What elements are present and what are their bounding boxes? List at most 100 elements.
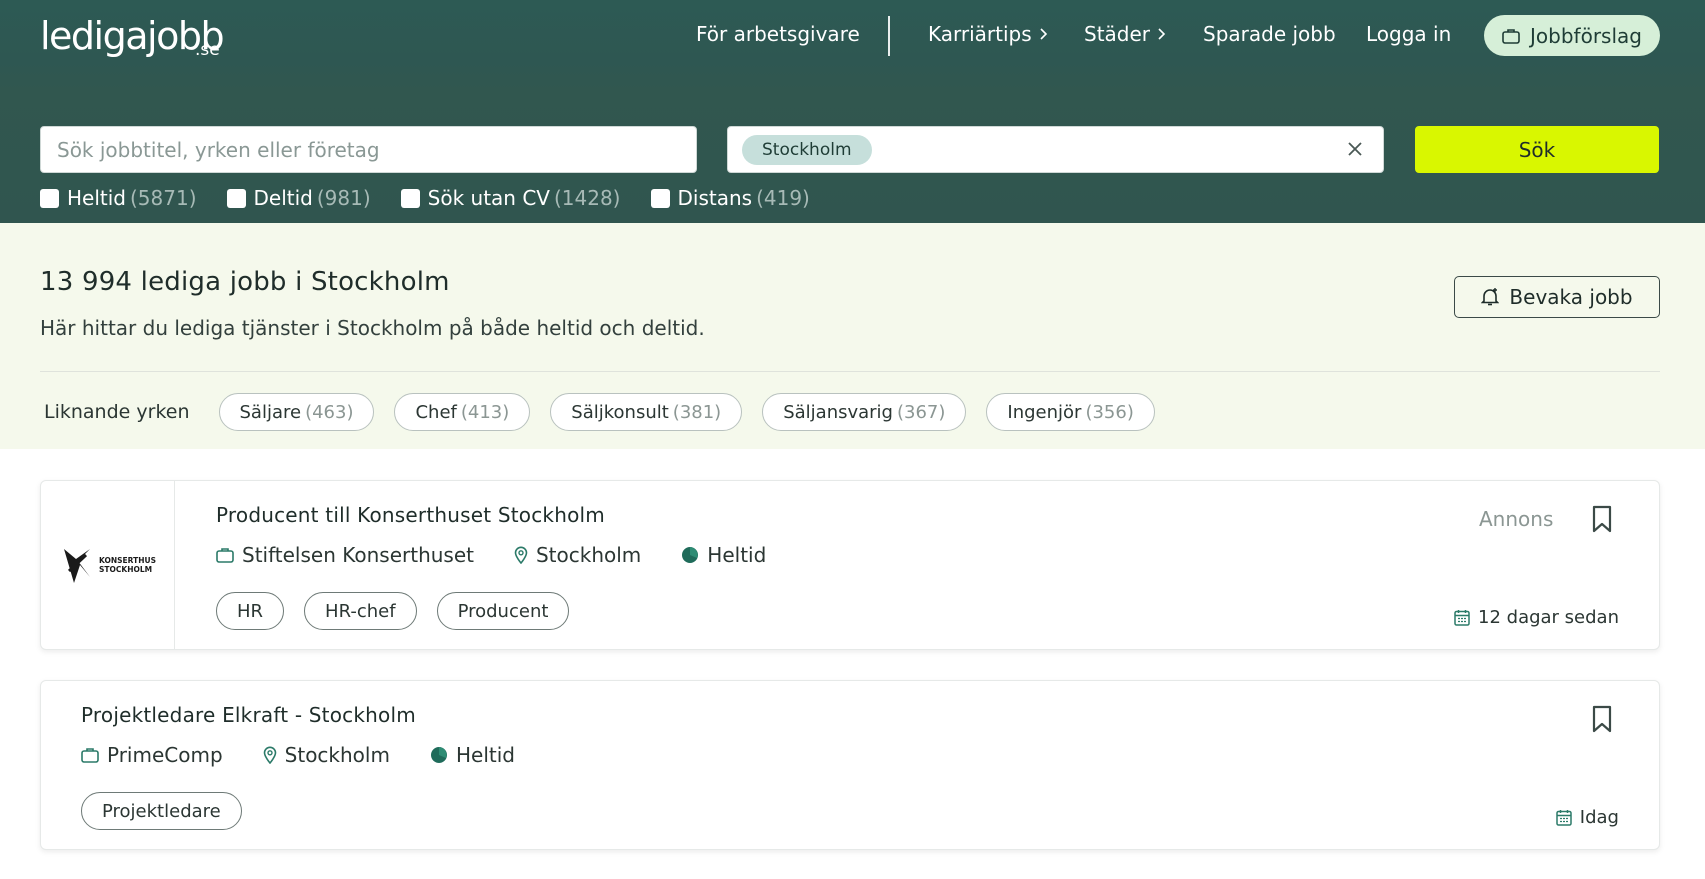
chip-label: Säljansvarig [783, 401, 893, 423]
similar-occupations: Liknande yrken Säljare (463) Chef (413) Sä… [44, 393, 1175, 431]
bookmark-icon[interactable] [1590, 505, 1614, 533]
nav-saved-jobs[interactable]: Sparade jobb [1203, 22, 1336, 46]
job-tags: Projektledare [81, 792, 262, 830]
search-button[interactable]: Sök [1415, 126, 1659, 173]
location-name: Stockholm [535, 543, 642, 567]
briefcase-icon [216, 548, 234, 563]
chip-count: (463) [305, 401, 354, 423]
nav-career-tips-label: Karriärtips [928, 22, 1032, 46]
job-meta: PrimeComp Stockholm Heltid [81, 743, 555, 767]
map-pin-icon [263, 746, 276, 764]
filter-label: Sök utan CV [427, 186, 550, 210]
clock-pie-icon [430, 747, 447, 763]
similar-chip-saljare[interactable]: Säljare (463) [218, 393, 375, 431]
company-name: Stiftelsen Konserthuset [242, 543, 474, 567]
results-intro: 13 994 lediga jobb i Stockholm Här hitta… [0, 223, 1705, 449]
page-description: Här hittar du lediga tjänster i Stockhol… [40, 316, 705, 340]
similar-chip-saljkonsult[interactable]: Säljkonsult (381) [550, 393, 743, 431]
location-input[interactable]: Stockholm [727, 126, 1384, 173]
chip-count: (356) [1085, 401, 1134, 423]
filter-count: (1428) [553, 186, 621, 210]
briefcase-icon [81, 748, 99, 763]
chip-count: (413) [460, 401, 510, 423]
job-date: 12 dagar sedan [1454, 607, 1619, 628]
chip-label: Chef [415, 401, 457, 423]
filter-utan-cv[interactable]: Sök utan CV (1428) [400, 186, 621, 210]
clock-pie-icon [682, 547, 699, 563]
chevron-right-icon [1040, 28, 1047, 40]
job-tag[interactable]: HR [216, 592, 285, 630]
watch-jobs-button[interactable]: Bevaka jobb [1454, 276, 1660, 318]
job-tags: HR HR-chef Producent [216, 592, 589, 630]
similar-chip-chef[interactable]: Chef (413) [394, 393, 531, 431]
job-suggestions-label: Jobbförslag [1530, 23, 1642, 48]
filter-row: Heltid (5871) Deltid (981) Sök utan CV (… [40, 186, 840, 210]
filter-label: Distans [677, 186, 753, 210]
page-title: 13 994 lediga jobb i Stockholm [40, 267, 450, 297]
job-location: Stockholm [263, 743, 390, 767]
nav-career-tips[interactable]: Karriärtips [928, 22, 1048, 46]
chip-label: Säljare [239, 401, 302, 423]
job-title[interactable]: Producent till Konserthuset Stockholm [216, 503, 605, 527]
watch-jobs-label: Bevaka jobb [1509, 285, 1633, 309]
bell-plus-icon [1481, 288, 1500, 306]
nav-divider [888, 16, 890, 56]
filter-label: Deltid [253, 186, 313, 210]
job-title[interactable]: Projektledare Elkraft - Stockholm [81, 703, 416, 727]
job-location: Stockholm [514, 543, 641, 567]
map-pin-icon [514, 546, 528, 564]
job-suggestions-button[interactable]: Jobbförslag [1484, 15, 1660, 56]
nav-login[interactable]: Logga in [1366, 22, 1451, 46]
chip-count: (381) [672, 401, 722, 423]
similar-chip-saljansvarig[interactable]: Säljansvarig (367) [762, 393, 967, 431]
job-type: Heltid [681, 543, 766, 567]
similar-label: Liknande yrken [44, 401, 190, 423]
similar-chip-ingenjor[interactable]: Ingenjör (356) [986, 393, 1155, 431]
close-icon[interactable] [1343, 137, 1367, 161]
checkbox[interactable] [226, 188, 246, 208]
bookmark-icon[interactable] [1590, 705, 1614, 733]
nav-employers[interactable]: För arbetsgivare [696, 22, 860, 46]
job-tag[interactable]: Producent [436, 592, 570, 630]
job-company: Stiftelsen Konserthuset [216, 543, 474, 567]
filter-count: (419) [756, 186, 810, 210]
job-type: Heltid [430, 743, 515, 767]
job-company: PrimeComp [81, 743, 223, 767]
filter-heltid[interactable]: Heltid (5871) [40, 186, 197, 210]
filter-distans[interactable]: Distans (419) [650, 186, 810, 210]
location-chip[interactable]: Stockholm [742, 134, 872, 165]
job-type-label: Heltid [707, 543, 767, 567]
konserthuset-logo-icon: KONSERTHUSET STOCKHOLM [63, 549, 156, 583]
checkbox[interactable] [40, 188, 59, 208]
location-name: Stockholm [284, 743, 390, 767]
logo-tld-text: .se [195, 40, 220, 60]
logo-line-1: KONSERTHUSET [99, 556, 156, 565]
site-logo[interactable]: ledigajobb .se [40, 14, 225, 60]
job-tag[interactable]: Projektledare [81, 792, 242, 830]
divider [40, 371, 1660, 372]
chip-label: Ingenjör [1007, 401, 1082, 423]
logo-line-2: STOCKHOLM [99, 565, 152, 574]
checkbox[interactable] [400, 188, 420, 208]
nav-cities-label: Städer [1084, 22, 1151, 46]
job-search-input[interactable]: Sök jobbtitel, yrken eller företag [40, 126, 697, 173]
job-tag[interactable]: HR-chef [304, 592, 417, 630]
filter-label: Heltid [67, 186, 126, 210]
calendar-icon [1454, 610, 1470, 626]
job-card[interactable]: KONSERTHUSET STOCKHOLM Producent till Ko… [40, 480, 1660, 650]
chip-label: Säljkonsult [571, 401, 669, 423]
filter-count: (5871) [130, 186, 197, 210]
job-type-label: Heltid [455, 743, 515, 767]
nav-cities[interactable]: Städer [1084, 22, 1166, 46]
calendar-icon [1556, 810, 1572, 826]
chevron-right-icon [1158, 28, 1166, 40]
job-date-label: Idag [1579, 807, 1619, 828]
chip-count: (367) [897, 401, 946, 423]
job-date: Idag [1556, 807, 1619, 828]
filter-deltid[interactable]: Deltid (981) [226, 186, 371, 210]
company-name: PrimeComp [107, 743, 223, 767]
job-card[interactable]: Projektledare Elkraft - Stockholm PrimeC… [40, 680, 1660, 850]
company-logo: KONSERTHUSET STOCKHOLM [41, 481, 175, 649]
checkbox[interactable] [650, 188, 670, 208]
job-meta: Stiftelsen Konserthuset Stockholm Heltid [216, 543, 806, 567]
